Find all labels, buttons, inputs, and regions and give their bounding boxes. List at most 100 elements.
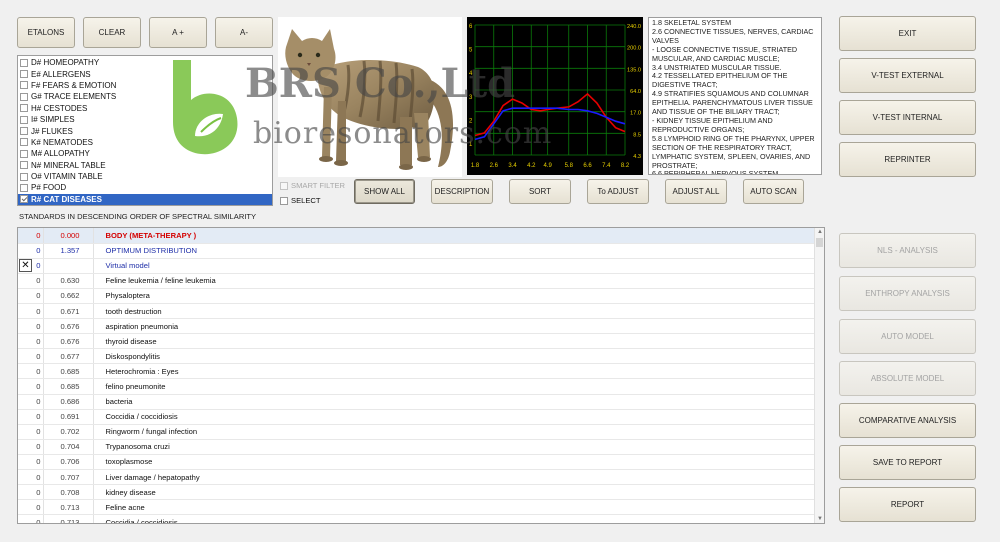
smart-filter-label: SMART FILTER — [291, 181, 346, 190]
row-name: Heterochromia : Eyes — [93, 363, 815, 380]
row-index: 0 — [18, 424, 44, 440]
spectrum-chart: 6 5 4 3 2 1 240.0 200.0 135.0 64.0 17.0 8.5 4.3 1.8 2.… — [467, 17, 643, 175]
auto-model-button[interactable]: AUTO MODEL — [839, 319, 976, 354]
table-row[interactable]: 0 0.708 kidney disease — [18, 484, 815, 501]
sort-button[interactable]: SORT — [509, 179, 571, 204]
row-name: Feline leukemia / feline leukemia — [93, 273, 815, 289]
nls-analysis-button[interactable]: NLS - ANALYSIS — [839, 233, 976, 268]
table-row[interactable]: 0 0.676 thyroid disease — [18, 333, 815, 350]
category-checkbox[interactable] — [20, 58, 28, 67]
category-checkbox[interactable] — [20, 115, 28, 124]
table-row[interactable]: 0 0.691 Coccidia / coccidiosis — [18, 409, 815, 425]
row-similarity: 0.686 — [43, 394, 94, 410]
category-checkbox[interactable] — [20, 172, 28, 181]
category-checkbox[interactable] — [20, 70, 28, 79]
select-checkbox[interactable] — [280, 196, 288, 205]
category-item[interactable]: G# TRACE ELEMENTS — [18, 91, 272, 102]
category-item[interactable]: F# FEARS & EMOTION — [18, 80, 272, 91]
smart-filter-checkbox[interactable] — [280, 181, 288, 190]
table-row[interactable]: 0 0.671 tooth destruction — [18, 303, 815, 320]
table-row[interactable]: 0 1.357 OPTIMUM DISTRIBUTION — [18, 243, 815, 259]
comparative-analysis-button[interactable]: COMPARATIVE ANALYSIS — [839, 403, 976, 438]
clear-button[interactable]: CLEAR — [83, 17, 141, 48]
category-checkbox[interactable] — [20, 195, 28, 204]
table-row[interactable]: 0 0.676 aspiration pneumonia — [18, 318, 815, 335]
category-item[interactable]: J# FLUKES — [18, 125, 272, 136]
report-button[interactable]: REPORT — [839, 487, 976, 522]
row-index: 0 — [18, 333, 44, 350]
category-item[interactable]: E# ALLERGENS — [18, 68, 272, 79]
enthropy-analysis-button[interactable]: ENTHROPY ANALYSIS — [839, 276, 976, 311]
category-checkbox[interactable] — [20, 161, 28, 170]
row-index: 0 — [18, 514, 44, 523]
row-similarity: 1.357 — [43, 243, 94, 259]
reprinter-button[interactable]: REPRINTER — [839, 142, 976, 177]
category-item[interactable]: H# CESTODES — [18, 103, 272, 114]
category-checkbox[interactable] — [20, 81, 28, 90]
auto-scan-button[interactable]: AUTO SCAN — [743, 179, 804, 204]
category-item[interactable]: I# SIMPLES — [18, 114, 272, 125]
description-line: 5.8 LYMPHOID RING OF THE PHARYNX, UPPER … — [652, 133, 817, 170]
to-adjust-button[interactable]: To ADJUST — [587, 179, 649, 204]
smart-filter-option[interactable]: SMART FILTER — [280, 181, 345, 190]
scroll-down-icon[interactable]: ▼ — [817, 516, 823, 522]
category-item[interactable]: R# CAT DISEASES — [18, 193, 272, 206]
table-row[interactable]: 0 0.704 Trypanosoma cruzi — [18, 439, 815, 455]
a-minus-button[interactable]: A- — [215, 17, 273, 48]
close-icon[interactable]: ✕ — [19, 259, 32, 272]
y-tick-left: 5 — [469, 48, 473, 54]
category-label: O# VITAMIN TABLE — [31, 172, 103, 182]
scroll-thumb[interactable] — [816, 238, 823, 247]
etalons-button[interactable]: ETALONS — [17, 17, 75, 48]
table-row[interactable]: 0 0.685 Heterochromia : Eyes — [18, 363, 815, 380]
table-row[interactable]: 0 0.713 Feline acne — [18, 499, 815, 516]
category-label: P# FOOD — [31, 183, 67, 193]
category-item[interactable]: D# HOMEOPATHY — [18, 57, 272, 68]
table-row[interactable]: 0 0.662 Physaloptera — [18, 288, 815, 304]
table-row[interactable]: 0 0.677 Diskospondylitis — [18, 348, 815, 365]
category-checkbox[interactable] — [20, 149, 28, 158]
table-row[interactable]: 0 0.630 Feline leukemia / feline leukemia — [18, 273, 815, 289]
row-name: Diskospondylitis — [93, 348, 815, 365]
table-row[interactable]: 0 Virtual model — [18, 258, 815, 274]
row-similarity: 0.691 — [43, 409, 94, 425]
select-option[interactable]: SELECT — [280, 196, 321, 205]
row-name: toxoplasmose — [93, 454, 815, 471]
a-plus-button[interactable]: A + — [149, 17, 207, 48]
vtest-internal-button[interactable]: V-TEST INTERNAL — [839, 100, 976, 135]
show-all-button[interactable]: SHOW ALL — [354, 179, 415, 204]
save-to-report-button[interactable]: SAVE TO REPORT — [839, 445, 976, 480]
row-name: tooth destruction — [93, 303, 815, 320]
table-row[interactable]: 0 0.713 Coccidia / coccidiosis — [18, 514, 815, 523]
vtest-external-button[interactable]: V-TEST EXTERNAL — [839, 58, 976, 93]
row-similarity: 0.630 — [43, 273, 94, 289]
table-row[interactable]: 0 0.000 BODY (META-THERAPY ) — [18, 228, 815, 244]
row-name: Coccidia / coccidiosis — [93, 514, 815, 523]
adjust-all-button[interactable]: ADJUST ALL — [665, 179, 727, 204]
table-row[interactable]: 0 0.702 Ringworm / fungal infection — [18, 424, 815, 440]
category-item[interactable]: N# MINERAL TABLE — [18, 160, 272, 171]
results-scrollbar[interactable]: ▲ ▼ — [814, 228, 824, 523]
exit-button[interactable]: EXIT — [839, 16, 976, 51]
category-item[interactable]: P# FOOD — [18, 182, 272, 193]
table-row[interactable]: 0 0.706 toxoplasmose — [18, 454, 815, 471]
row-index: 0 — [18, 394, 44, 410]
scroll-up-icon[interactable]: ▲ — [817, 229, 823, 235]
category-item[interactable]: M# ALLOPATHY — [18, 148, 272, 159]
category-checkbox[interactable] — [20, 183, 28, 192]
description-button[interactable]: DESCRIPTION — [431, 179, 493, 204]
category-checkbox[interactable] — [20, 92, 28, 101]
category-item[interactable]: K# NEMATODES — [18, 137, 272, 148]
category-item[interactable]: O# VITAMIN TABLE — [18, 171, 272, 182]
category-checkbox[interactable] — [20, 127, 28, 136]
description-line: - KIDNEY TISSUE EPITHELIUM AND REPRODUCT… — [652, 115, 775, 134]
table-row[interactable]: 0 0.686 bacteria — [18, 394, 815, 410]
row-name: BODY (META-THERAPY ) — [93, 228, 815, 244]
absolute-model-button[interactable]: ABSOLUTE MODEL — [839, 361, 976, 396]
table-row[interactable]: 0 0.685 felino pneumonite — [18, 378, 815, 395]
category-checkbox[interactable] — [20, 104, 28, 113]
y-tick-right: 240.0 — [627, 24, 641, 30]
category-checkbox[interactable] — [20, 138, 28, 147]
table-row[interactable]: 0 0.707 Liver damage / hepatopathy — [18, 469, 815, 486]
results-table[interactable]: 0 0.000 BODY (META-THERAPY ) 0 1.357 OPTIMUM … — [17, 227, 825, 524]
